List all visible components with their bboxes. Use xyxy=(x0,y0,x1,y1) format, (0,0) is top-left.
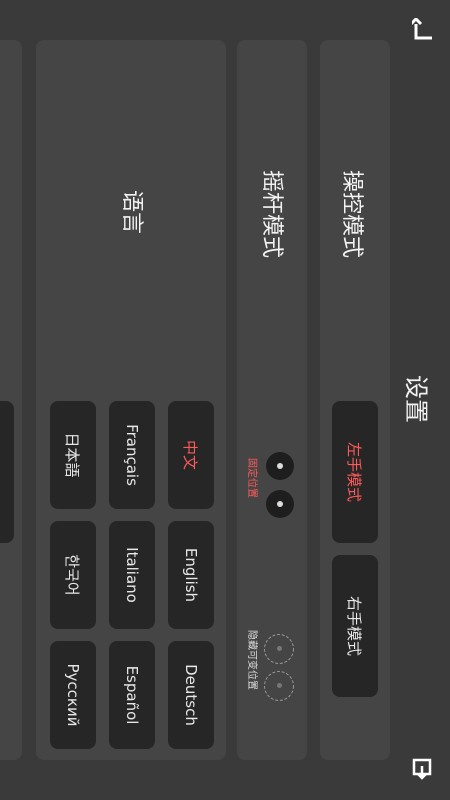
hidden-variable-position-label: 隐藏可变位置 xyxy=(246,630,257,690)
exit-icon[interactable] xyxy=(406,758,432,780)
next-panel-partial xyxy=(0,40,22,760)
language-option-de[interactable]: Deutsch xyxy=(168,641,214,749)
settings-stage: 设置 操控模式 左手模式 右手模式 摇杆模式 固定位置 隐藏可变位置 语言 中文… xyxy=(0,0,450,800)
page-title: 设置 xyxy=(402,375,430,423)
language-option-fr[interactable]: Français xyxy=(109,401,155,509)
language-title: 语言 xyxy=(119,190,144,235)
fixed-joystick-right-knob[interactable] xyxy=(266,490,294,518)
hidden-joystick-left-knob[interactable] xyxy=(264,634,294,664)
back-arrow-icon[interactable] xyxy=(406,16,436,44)
language-option-zh[interactable]: 中文 xyxy=(168,401,214,509)
right-hand-mode-button[interactable]: 右手模式 xyxy=(332,555,378,697)
left-hand-mode-button[interactable]: 左手模式 xyxy=(332,401,378,543)
hidden-joystick-right-knob[interactable] xyxy=(264,671,294,701)
language-option-ru[interactable]: Русский xyxy=(50,641,96,749)
language-option-ja[interactable]: 日本語 xyxy=(50,401,96,509)
fixed-joystick-left-knob[interactable] xyxy=(266,452,294,480)
control-mode-title: 操控模式 xyxy=(339,170,364,259)
screen-root: 设置 操控模式 左手模式 右手模式 摇杆模式 固定位置 隐藏可变位置 语言 中文… xyxy=(0,0,450,800)
language-option-ko[interactable]: 한국어 xyxy=(50,521,96,629)
next-panel-button-partial[interactable] xyxy=(0,401,14,543)
joystick-mode-title: 摇杆模式 xyxy=(259,170,284,259)
fixed-position-label: 固定位置 xyxy=(246,458,257,498)
language-option-it[interactable]: Italiano xyxy=(109,521,155,629)
language-option-es[interactable]: Español xyxy=(109,641,155,749)
language-option-en[interactable]: English xyxy=(168,521,214,629)
